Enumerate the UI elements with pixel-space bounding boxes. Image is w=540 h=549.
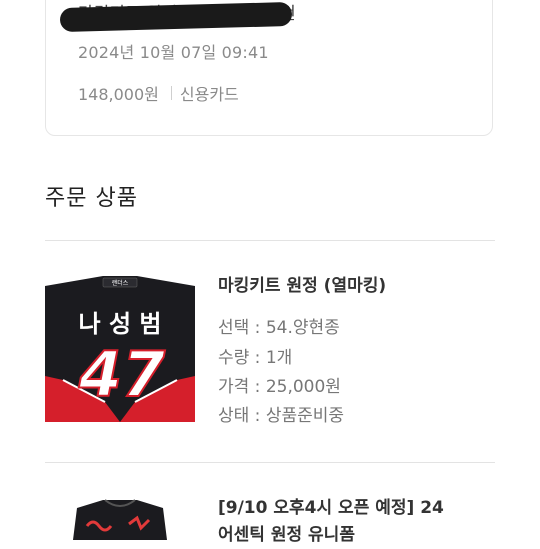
jersey-player-name: 나 성 범 — [79, 310, 162, 338]
product-price: 가격 : 25,000원 — [218, 377, 341, 397]
product-thumbnail-marking-kit[interactable]: 랜더스 나 성 범 47 — [45, 276, 195, 422]
product-option: 선택 : 54.양현종 — [218, 318, 340, 338]
jersey-number: 47 — [78, 338, 166, 411]
order-amount: 148,000원 — [78, 85, 159, 104]
order-summary-card[interactable]: 마킹키트 원정 (열마킹) 외 1건 2024년 10월 07일 09:41 1… — [45, 0, 493, 136]
product-thumbnail-uniform[interactable] — [45, 498, 195, 540]
payment-method: 신용카드 — [179, 85, 239, 104]
jersey-image: 랜더스 나 성 범 47 — [45, 276, 195, 422]
jersey-tag: 랜더스 — [112, 279, 129, 287]
divider — [45, 462, 495, 463]
section-title: 주문 상품 — [45, 186, 138, 211]
divider — [170, 86, 172, 100]
uniform-image — [73, 499, 167, 540]
product-name-continued[interactable]: 어센틱 원정 유니폼 — [218, 522, 355, 549]
product-name[interactable]: [9/10 오후4시 오픈 예정] 24 — [218, 495, 444, 522]
redaction-mark — [59, 1, 293, 33]
product-status: 상태 : 상품준비중 — [218, 406, 345, 426]
payment-row: 148,000원 신용카드 — [78, 81, 239, 105]
product-name[interactable]: 마킹키트 원정 (열마킹) — [218, 273, 386, 300]
divider — [45, 240, 495, 241]
order-datetime: 2024년 10월 07일 09:41 — [78, 43, 269, 62]
product-quantity: 수량 : 1개 — [218, 348, 293, 368]
